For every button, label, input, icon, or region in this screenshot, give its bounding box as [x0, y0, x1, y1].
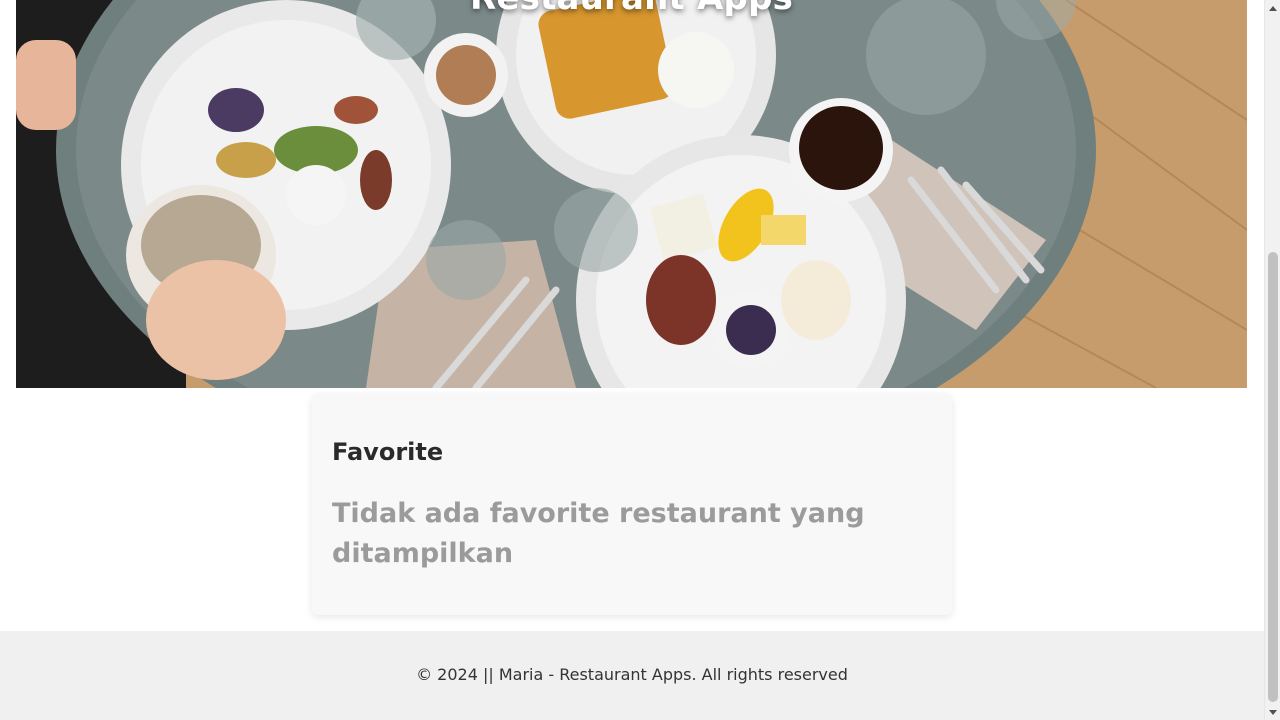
empty-favorite-message: Tidak ada favorite restaurant yang ditam… [332, 498, 865, 569]
hero-image [16, 0, 1247, 388]
arrow-down-icon[interactable] [1265, 704, 1280, 720]
favorite-title: Favorite [332, 438, 444, 466]
page-scrollbar[interactable] [1264, 0, 1280, 720]
arrow-up-icon[interactable] [1265, 0, 1280, 16]
footer-copyright: © 2024 || Maria - Restaurant Apps. All r… [416, 665, 848, 684]
footer: © 2024 || Maria - Restaurant Apps. All r… [0, 631, 1264, 720]
hero-title: Restaurant Apps [16, 0, 1247, 18]
hero-section: Restaurant Apps [16, 0, 1247, 388]
favorite-card: Favorite Tidak ada favorite restaurant y… [312, 394, 952, 615]
scrollbar-thumb[interactable] [1268, 252, 1278, 702]
